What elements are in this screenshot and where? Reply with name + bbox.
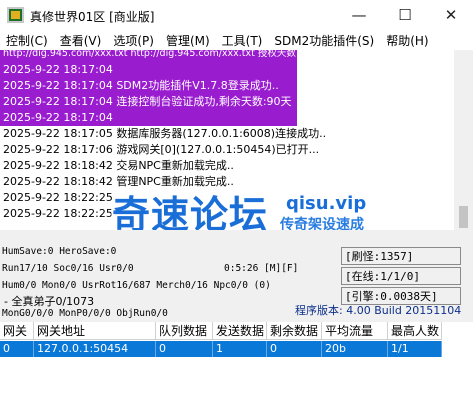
program-version: 程序版本: 4.00 Build 20151104 — [295, 304, 462, 317]
watermark-domain: qisu.vip — [286, 193, 367, 214]
cell-gateway-address: 127.0.0.1:50454 — [34, 341, 156, 357]
cell-max-users: 1/1 — [388, 341, 442, 357]
menu-control[interactable]: 控制(C) — [0, 32, 54, 49]
menu-options[interactable]: 选项(P) — [107, 32, 160, 49]
menu-sdm2-plugin[interactable]: SDM2功能插件(S) — [268, 32, 380, 49]
cell-send-data: 1 — [213, 341, 267, 357]
col-header-max-users[interactable]: 最高人数 — [388, 322, 442, 340]
log-line: 2025-9-22 18:18:42 交易NPC重新加载完成.. — [3, 159, 234, 172]
col-header-avg-traffic[interactable]: 平均流量 — [322, 322, 388, 340]
status-disciple: - 全真弟子0/1073 — [4, 295, 95, 308]
menu-view[interactable]: 查看(V) — [54, 32, 108, 49]
log-line: 2025-9-22 18:17:05 数据库服务器(127.0.0.1:6008… — [3, 127, 327, 140]
scrollbar-thumb[interactable] — [459, 206, 468, 228]
minimize-button[interactable]: — — [336, 0, 382, 30]
log-line: 2025-9-22 18:17:04 SDM2功能插件V1.7.8登录成功.. — [0, 78, 297, 94]
menu-manage[interactable]: 管理(M) — [160, 32, 216, 49]
close-button[interactable]: ✕ — [428, 0, 473, 30]
maximize-button[interactable]: ☐ — [382, 0, 428, 30]
table-header: 网关 网关地址 队列数据 发送数据 剩余数据 平均流量 最高人数 — [0, 322, 473, 340]
col-header-gateway-address[interactable]: 网关地址 — [34, 322, 156, 340]
col-header-remaining-data[interactable]: 剩余数据 — [267, 322, 322, 340]
menu-tools[interactable]: 工具(T) — [216, 32, 269, 49]
refresh-monster-box: [刷怪:1357] — [341, 247, 461, 265]
cell-gateway: 0 — [0, 341, 34, 357]
col-header-gateway[interactable]: 网关 — [0, 322, 34, 340]
status-monsters: MonG0/0/0 MonP0/0/0 ObjRun0/0 — [2, 308, 168, 319]
log-scrollbar[interactable] — [454, 50, 473, 230]
cell-queue-data: 0 — [156, 341, 213, 357]
gateway-table[interactable]: 网关 网关地址 队列数据 发送数据 剩余数据 平均流量 最高人数 0 127.0… — [0, 322, 473, 410]
status-counters: Hum0/0 Mon0/0 UsrRot16/687 Merch0/16 Npc… — [2, 280, 271, 291]
log-line: 2025-9-22 18:17:04 — [0, 110, 297, 126]
log-line: http://dig.945.com/xxx.txt http://dig.94… — [0, 50, 359, 62]
app-icon — [7, 7, 24, 23]
table-row[interactable]: 0 127.0.0.1:50454 0 1 0 20b 1/1 — [0, 341, 442, 357]
col-header-queue-data[interactable]: 队列数据 — [156, 322, 213, 340]
cell-remaining-data: 0 — [267, 341, 322, 357]
online-box: [在线:1/1/0] — [341, 267, 461, 285]
menu-help[interactable]: 帮助(H) — [380, 32, 434, 49]
title-bar: 真修世界01区 [商业版] — ☐ ✕ — [0, 0, 473, 30]
cell-avg-traffic: 20b — [322, 341, 388, 357]
log-line: 2025-9-22 18:17:04 — [0, 62, 297, 78]
log-line: 2025-9-22 18:17:06 游戏网关[0](127.0.0.1:504… — [3, 143, 320, 156]
status-save: HumSave:0 HeroSave:0 — [2, 246, 117, 257]
status-uptime: 0:5:26 [M][F] — [224, 263, 299, 274]
menu-bar: 控制(C) 查看(V) 选项(P) 管理(M) 工具(T) SDM2功能插件(S… — [0, 30, 473, 50]
window-title: 真修世界01区 [商业版] — [30, 10, 155, 24]
log-line: 2025-9-22 18:17:04 连接控制台验证成功,剩余天数:90天 — [0, 94, 297, 110]
status-run: Run17/10 Soc0/16 Usr0/0 — [2, 263, 134, 274]
col-header-send-data[interactable]: 发送数据 — [213, 322, 267, 340]
